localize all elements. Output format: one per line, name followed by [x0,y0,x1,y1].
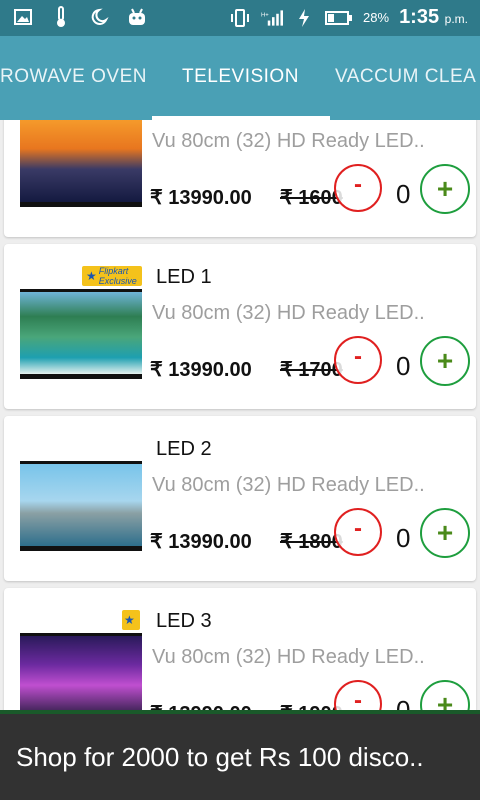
clock: 1:35 p.m. [399,6,468,29]
product-description: Vu 80cm (32) HD Ready LED.. [152,302,425,324]
quantity-value: 0 [396,523,411,553]
product-card[interactable]: LED 2 Vu 80cm (32) HD Ready LED.. ₹ 1399… [4,416,476,581]
android-icon [126,6,148,28]
quantity-value: 0 [396,179,411,209]
product-image [20,461,142,551]
badge-label: Flipkart Exclusive [98,266,137,286]
product-image [20,289,142,379]
clock-suffix: p.m. [444,12,468,26]
product-list[interactable]: Vu 80cm (32) HD Ready LED.. ₹ 13990.00 ₹… [0,120,480,710]
product-description: Vu 80cm (32) HD Ready LED.. [152,130,425,152]
decrease-quantity-button[interactable]: - [334,164,382,212]
product-price: ₹ 13990.00 [150,701,252,710]
product-description: Vu 80cm (32) HD Ready LED.. [152,474,425,496]
star-icon: ★ [124,613,135,627]
increase-quantity-button[interactable]: + [420,680,470,710]
clock-time: 1:35 [399,6,440,28]
product-price: ₹ 13990.00 [150,187,252,209]
signal-icon: H+ [261,7,284,29]
battery-icon [325,7,353,29]
quantity-value: 0 [396,351,411,381]
svg-text:H+: H+ [261,12,269,18]
decrease-quantity-button[interactable]: - [334,508,382,556]
snackbar-message: Shop for 2000 to get Rs 100 disco.. [16,742,424,772]
status-right-icons: H+ 28% 1:35 p.m. [229,6,468,29]
charging-icon [293,7,315,29]
decrease-quantity-button[interactable]: - [334,336,382,384]
product-image [20,633,142,710]
product-card[interactable]: ★ Flipkart Exclusive LED 1 Vu 80cm (32) H… [4,244,476,409]
increase-quantity-button[interactable]: + [420,336,470,386]
decrease-quantity-button[interactable]: - [334,680,382,710]
tab-microwave-oven[interactable]: ROWAVE OVEN [0,66,147,88]
product-name: LED 2 [156,438,212,460]
offer-snackbar[interactable]: Shop for 2000 to get Rs 100 disco.. [0,710,480,800]
star-icon: ★ [86,269,97,283]
product-name: LED 3 [156,610,212,632]
increase-quantity-button[interactable]: + [420,164,470,214]
vibrate-icon [229,7,251,29]
product-image [20,120,142,207]
product-card[interactable]: Vu 80cm (32) HD Ready LED.. ₹ 13990.00 ₹… [4,120,476,237]
image-icon [12,6,34,28]
product-price: ₹ 13990.00 [150,359,252,381]
battery-percent: 28% [363,10,390,25]
tab-vacuum-cleaner[interactable]: VACCUM CLEA [335,66,476,88]
flipkart-exclusive-badge: ★ Flipkart Exclusive [82,266,142,286]
tab-television[interactable]: TELEVISION [182,66,299,88]
category-tab-bar: ROWAVE OVEN TELEVISION VACCUM CLEA [0,36,480,120]
status-left-icons [12,6,148,28]
product-name: LED 1 [156,266,212,288]
flipkart-exclusive-badge: ★ [122,610,140,630]
quantity-value: 0 [396,695,411,710]
increase-quantity-button[interactable]: + [420,508,470,558]
product-card[interactable]: ★ LED 3 Vu 80cm (32) HD Ready LED.. ₹ 13… [4,588,476,710]
product-description: Vu 80cm (32) HD Ready LED.. [152,646,425,668]
status-bar: H+ 28% 1:35 p.m. [0,0,480,36]
moon-icon [88,6,110,28]
thermometer-icon [50,6,72,28]
product-price: ₹ 13990.00 [150,531,252,553]
